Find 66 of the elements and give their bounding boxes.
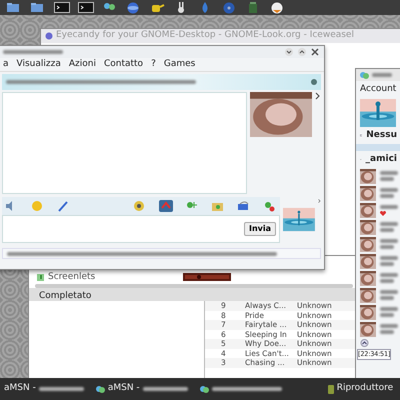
blurred-text xyxy=(380,171,398,175)
status-text: Nessu xyxy=(366,128,397,142)
blurred-text xyxy=(372,73,392,77)
folder-icon[interactable] xyxy=(30,1,46,14)
taskbar-button[interactable]: aMSN - xyxy=(92,380,192,398)
minimize-icon[interactable] xyxy=(284,47,294,57)
player-icon xyxy=(328,384,334,394)
send-button[interactable]: Invia xyxy=(244,222,276,236)
group-name[interactable]: _amici xyxy=(366,153,397,166)
blurred-text xyxy=(380,222,398,226)
blurred-text xyxy=(380,177,394,181)
scrollbar[interactable] xyxy=(35,284,353,288)
sidebar-item[interactable]: Screenlets xyxy=(48,270,96,284)
chevron-right-icon[interactable] xyxy=(318,197,321,205)
blurred-text xyxy=(380,256,398,260)
webcam-icon[interactable] xyxy=(133,200,147,212)
blurred-text xyxy=(380,324,398,328)
blurred-text xyxy=(212,387,282,391)
folder-icon[interactable] xyxy=(6,1,22,14)
people-icon xyxy=(96,385,105,393)
note-icon xyxy=(37,274,44,281)
menu-item[interactable]: Account xyxy=(360,84,396,94)
taskbar-button[interactable]: Riproduttore xyxy=(324,380,398,398)
message-input[interactable]: Invia xyxy=(2,215,280,243)
chevron-right-icon[interactable] xyxy=(315,92,321,100)
blurred-text xyxy=(380,273,398,277)
blurred-text xyxy=(3,50,63,54)
status-text: Completato xyxy=(39,291,92,301)
terminal-icon[interactable] xyxy=(78,1,94,14)
blurred-text xyxy=(380,307,398,311)
close-icon[interactable] xyxy=(310,47,320,57)
divider-band xyxy=(356,144,400,151)
menu-item[interactable]: Azioni xyxy=(68,58,96,72)
heart-icon xyxy=(380,210,386,216)
menu-item[interactable]: ? xyxy=(151,58,156,72)
blurred-text xyxy=(380,296,394,300)
menu-item[interactable]: Contatto xyxy=(104,58,144,72)
blurred-text xyxy=(380,330,394,334)
blurred-text xyxy=(142,387,188,391)
blurred-text xyxy=(380,228,394,232)
blurred-text xyxy=(380,279,394,283)
menu-item[interactable]: Games xyxy=(164,58,196,72)
menu-item[interactable]: a xyxy=(3,58,9,72)
globe-icon xyxy=(311,79,317,85)
block-contact-icon[interactable] xyxy=(263,200,277,212)
blurred-text xyxy=(380,204,398,208)
taskbar-button[interactable]: aMSN - xyxy=(0,380,88,398)
window-title: Eyecandy for your GNOME-Desktop - GNOME-Look.org - Iceweasel xyxy=(56,29,354,42)
blurred-text xyxy=(380,245,394,249)
taskbar-label: aMSN - xyxy=(108,382,140,396)
taskbar-label: aMSN - xyxy=(4,382,36,396)
maximize-icon[interactable] xyxy=(297,47,307,57)
blurred-text xyxy=(380,313,394,317)
menu-item[interactable]: Visualizza xyxy=(16,58,61,72)
people-icon xyxy=(360,71,369,79)
scroll-up-icon[interactable] xyxy=(360,338,369,346)
taskbar-label: Riproduttore xyxy=(336,382,394,396)
globe-icon xyxy=(45,32,53,40)
blurred-text xyxy=(380,188,398,192)
blurred-text xyxy=(380,239,398,243)
blurred-text xyxy=(38,387,84,391)
blurred-text xyxy=(380,262,394,266)
blurred-text xyxy=(380,194,394,198)
blurred-text xyxy=(380,290,398,294)
terminal-icon[interactable] xyxy=(54,1,70,14)
people-icon xyxy=(200,385,209,393)
